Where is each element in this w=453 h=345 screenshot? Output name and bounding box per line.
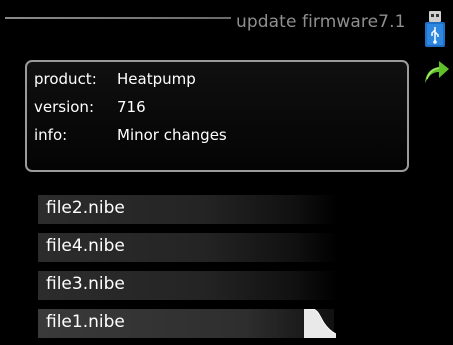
file-name: file2.nibe xyxy=(46,198,125,218)
file-name: file4.nibe xyxy=(46,236,125,256)
info-label: info: xyxy=(34,126,68,144)
usb-icon xyxy=(425,10,445,48)
product-value: Heatpump xyxy=(117,70,196,88)
back-arrow-icon[interactable] xyxy=(422,57,450,85)
title-divider xyxy=(5,17,231,19)
product-label: product: xyxy=(34,70,97,88)
file-list-item[interactable]: file3.nibe xyxy=(38,271,338,300)
file-name: file3.nibe xyxy=(46,274,125,294)
version-value: 716 xyxy=(117,98,146,116)
selection-marker-icon xyxy=(304,309,336,338)
firmware-info-panel: product: Heatpump version: 716 info: Min… xyxy=(25,60,409,172)
page-title: update firmware7.1 xyxy=(236,12,406,32)
file-list-item-selected[interactable]: file1.nibe xyxy=(38,309,336,338)
info-value: Minor changes xyxy=(117,126,227,144)
version-label: version: xyxy=(34,98,94,116)
file-name: file1.nibe xyxy=(46,312,125,332)
file-list-item[interactable]: file4.nibe xyxy=(38,233,338,262)
file-list-item[interactable]: file2.nibe xyxy=(38,195,338,224)
